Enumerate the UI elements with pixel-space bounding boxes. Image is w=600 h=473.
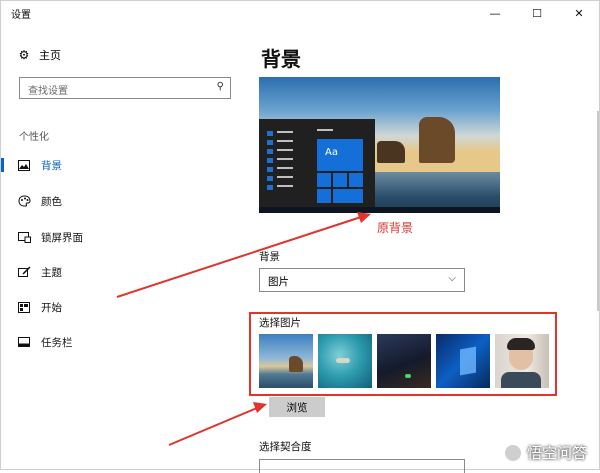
- choose-picture-label: 选择图片: [259, 317, 301, 329]
- sidebar-item-label: 主题: [41, 266, 62, 279]
- start-menu-preview: Aa: [259, 119, 375, 207]
- taskbar-icon: [17, 335, 31, 349]
- picture-thumbnail[interactable]: [318, 334, 372, 388]
- search-placeholder: 查找设置: [28, 86, 68, 97]
- sidebar-item-color[interactable]: 颜色: [1, 190, 243, 212]
- brush-icon: [17, 265, 31, 279]
- rock-image: [377, 141, 405, 163]
- section-title: 个性化: [19, 132, 49, 143]
- start-icon: [17, 300, 31, 314]
- picture-thumbnail[interactable]: [495, 334, 549, 388]
- fit-label: 选择契合度: [259, 441, 312, 453]
- fit-select[interactable]: [259, 459, 465, 473]
- sidebar-item-label: 开始: [41, 301, 62, 314]
- rock-image: [419, 117, 455, 163]
- taskbar-preview: [259, 207, 500, 213]
- background-select-value: 图片: [268, 276, 289, 288]
- sidebar: ⚙ 主页 查找设置 ⚲ 个性化 背景 颜色 锁屏界面 主题 开始 任务栏: [1, 25, 243, 471]
- palette-icon: [17, 194, 31, 208]
- title-bar: 设置 — ☐ ✕: [1, 1, 599, 25]
- search-input[interactable]: 查找设置 ⚲: [19, 77, 231, 99]
- sidebar-item-label: 任务栏: [41, 336, 73, 349]
- home-label: 主页: [39, 49, 61, 62]
- picture-icon: [17, 158, 31, 172]
- background-select[interactable]: 图片 ⌵: [259, 268, 465, 292]
- search-icon: ⚲: [216, 81, 224, 92]
- minimize-button[interactable]: —: [475, 1, 515, 25]
- main-content: 背景 Aa 原背景 背景 图片 ⌵ 选择图片 浏览 选择契合度: [243, 25, 600, 473]
- sidebar-item-label: 锁屏界面: [41, 231, 83, 244]
- sidebar-item-start[interactable]: 开始: [1, 296, 243, 318]
- settings-window: 设置 — ☐ ✕ ⚙ 主页 查找设置 ⚲ 个性化 背景 颜色 锁屏界面 主题 开…: [0, 0, 600, 473]
- sidebar-item-themes[interactable]: 主题: [1, 261, 243, 283]
- page-title: 背景: [261, 47, 301, 71]
- watermark-text: 悟空问答: [526, 444, 587, 462]
- annotation-text: 原背景: [377, 221, 414, 235]
- active-indicator: [1, 158, 4, 172]
- sidebar-home[interactable]: ⚙ 主页: [17, 47, 61, 63]
- tiles-preview: Aa: [317, 139, 363, 203]
- window-title: 设置: [11, 10, 31, 21]
- close-button[interactable]: ✕: [559, 1, 599, 25]
- picture-thumbnail[interactable]: [436, 334, 490, 388]
- browse-button[interactable]: 浏览: [269, 397, 325, 417]
- background-label: 背景: [259, 251, 280, 263]
- scrollbar[interactable]: [597, 111, 599, 311]
- watermark: 悟空问答: [504, 442, 587, 463]
- sidebar-item-background[interactable]: 背景: [1, 154, 243, 176]
- picture-thumbnail[interactable]: [259, 334, 313, 388]
- gear-icon: ⚙: [18, 48, 30, 62]
- maximize-button[interactable]: ☐: [517, 1, 557, 25]
- lock-screen-icon: [17, 230, 31, 244]
- tile-text: Aa: [325, 147, 338, 158]
- sidebar-item-lock-screen[interactable]: 锁屏界面: [1, 226, 243, 248]
- sidebar-item-label: 背景: [41, 159, 62, 172]
- sidebar-item-taskbar[interactable]: 任务栏: [1, 331, 243, 353]
- chevron-down-icon: ⌵: [448, 273, 456, 284]
- background-preview: Aa: [259, 77, 500, 213]
- watermark-icon: [504, 444, 521, 461]
- picture-thumbnail[interactable]: [377, 334, 431, 388]
- sidebar-item-label: 颜色: [41, 195, 62, 208]
